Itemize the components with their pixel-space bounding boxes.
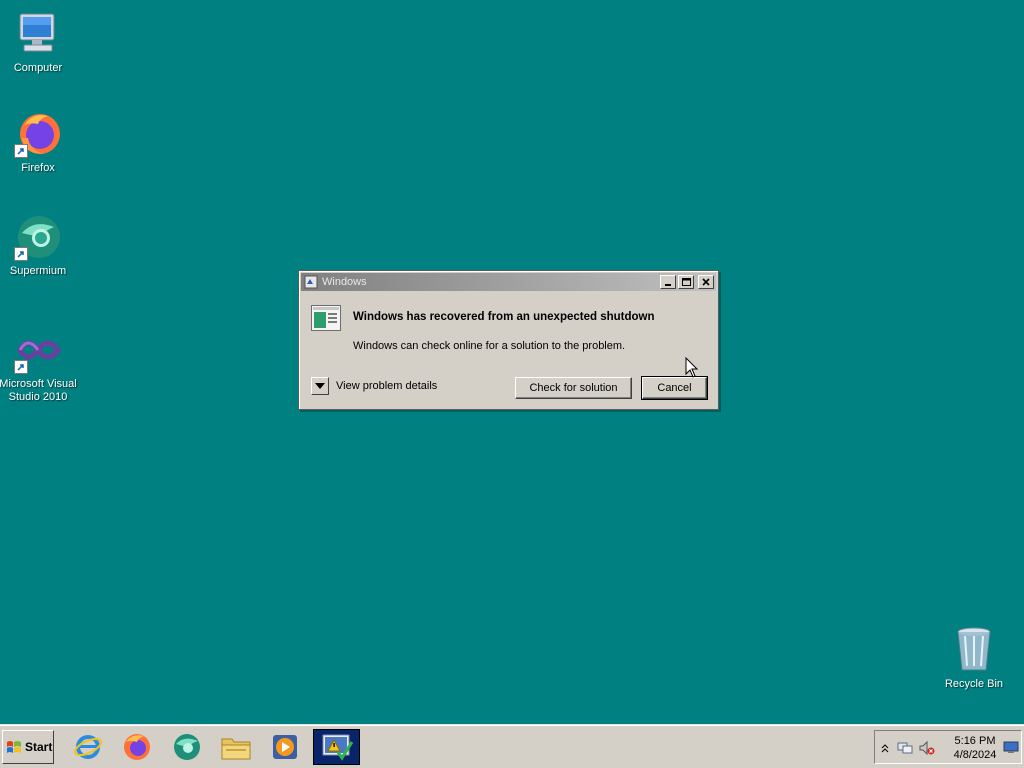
desktop-icon-supermium[interactable]: Supermium [0,213,78,278]
taskbar-supermium[interactable] [170,730,204,764]
dialog-titlebar[interactable]: Windows [301,273,716,291]
chevron-down-icon [315,383,325,389]
clock-date[interactable]: 4/8/2024 [951,749,999,761]
start-button[interactable]: Start [2,730,54,764]
desktop-icon-recycle-bin[interactable]: Recycle Bin [934,626,1014,691]
shortcut-arrow-icon [14,247,28,261]
shortcut-arrow-icon [14,360,28,374]
volume-tray-button[interactable] [919,740,935,756]
view-details-toggle[interactable]: View problem details [311,377,437,395]
taskbar-internet-explorer[interactable] [71,730,105,764]
network-tray-button[interactable] [897,740,913,756]
shortcut-arrow-icon [14,144,28,158]
media-player-icon [273,735,297,759]
computer-icon [14,10,62,58]
minimize-icon [665,284,671,286]
supermium-icon [14,213,62,261]
maximize-icon [681,278,691,286]
taskbar: Start 5:16 PM 4/8/2024 [0,725,1024,768]
start-label: Start [25,740,53,754]
file-explorer-icon [221,738,251,760]
desktop-icon-visual-studio[interactable]: Microsoft Visual Studio 2010 [0,326,78,404]
show-desktop-button[interactable] [1003,740,1019,756]
network-icon [897,742,913,754]
minimize-button[interactable] [660,275,676,289]
dialog-title: Windows [322,276,367,288]
windows-logo-icon [6,739,22,755]
mouse-cursor-icon [685,356,699,379]
desktop-icon-label: Computer [13,62,63,74]
taskbar-media-player[interactable] [268,730,302,764]
recycle-bin-icon [950,626,998,674]
maximize-button[interactable] [678,275,694,289]
visual-studio-icon [14,326,62,374]
volume-muted-icon [919,740,935,756]
dialog-message: Windows can check online for a solution … [353,340,626,352]
desktop-icon-label: Recycle Bin [944,678,1004,690]
clock-time[interactable]: 5:16 PM [951,735,999,747]
recovery-dialog: Windows Windows has recovered from an un… [298,270,719,410]
taskbar-action-center-active[interactable] [313,729,360,765]
cancel-button[interactable]: Cancel [641,376,708,400]
desktop-icon-label: Supermium [9,265,67,277]
windows-app-icon [304,275,318,289]
show-hidden-icons-button[interactable] [877,740,893,756]
close-button[interactable] [698,275,714,289]
taskbar-firefox[interactable] [120,730,154,764]
show-hidden-icons-icon [881,744,889,753]
recovery-icon [311,305,341,331]
dialog-heading: Windows has recovered from an unexpected… [353,311,655,323]
firefox-icon [124,734,150,760]
expand-details-button[interactable] [311,377,329,395]
desktop-icon-label: Firefox [21,162,55,174]
close-icon [702,278,710,286]
desktop-icon-firefox[interactable]: Firefox [0,110,78,175]
show-desktop-icon [1003,741,1019,753]
view-details-label[interactable]: View problem details [336,380,437,392]
system-tray: 5:16 PM 4/8/2024 [874,730,1022,764]
supermium-icon [174,734,200,760]
action-center-icon [322,734,353,761]
taskbar-file-explorer[interactable] [219,730,253,764]
check-for-solution-button[interactable]: Check for solution [515,377,632,399]
desktop-icon-computer[interactable]: Computer [0,10,78,75]
desktop-icon-label: Microsoft Visual Studio 2010 [0,378,77,403]
internet-explorer-icon [74,735,102,759]
firefox-icon [14,110,62,158]
